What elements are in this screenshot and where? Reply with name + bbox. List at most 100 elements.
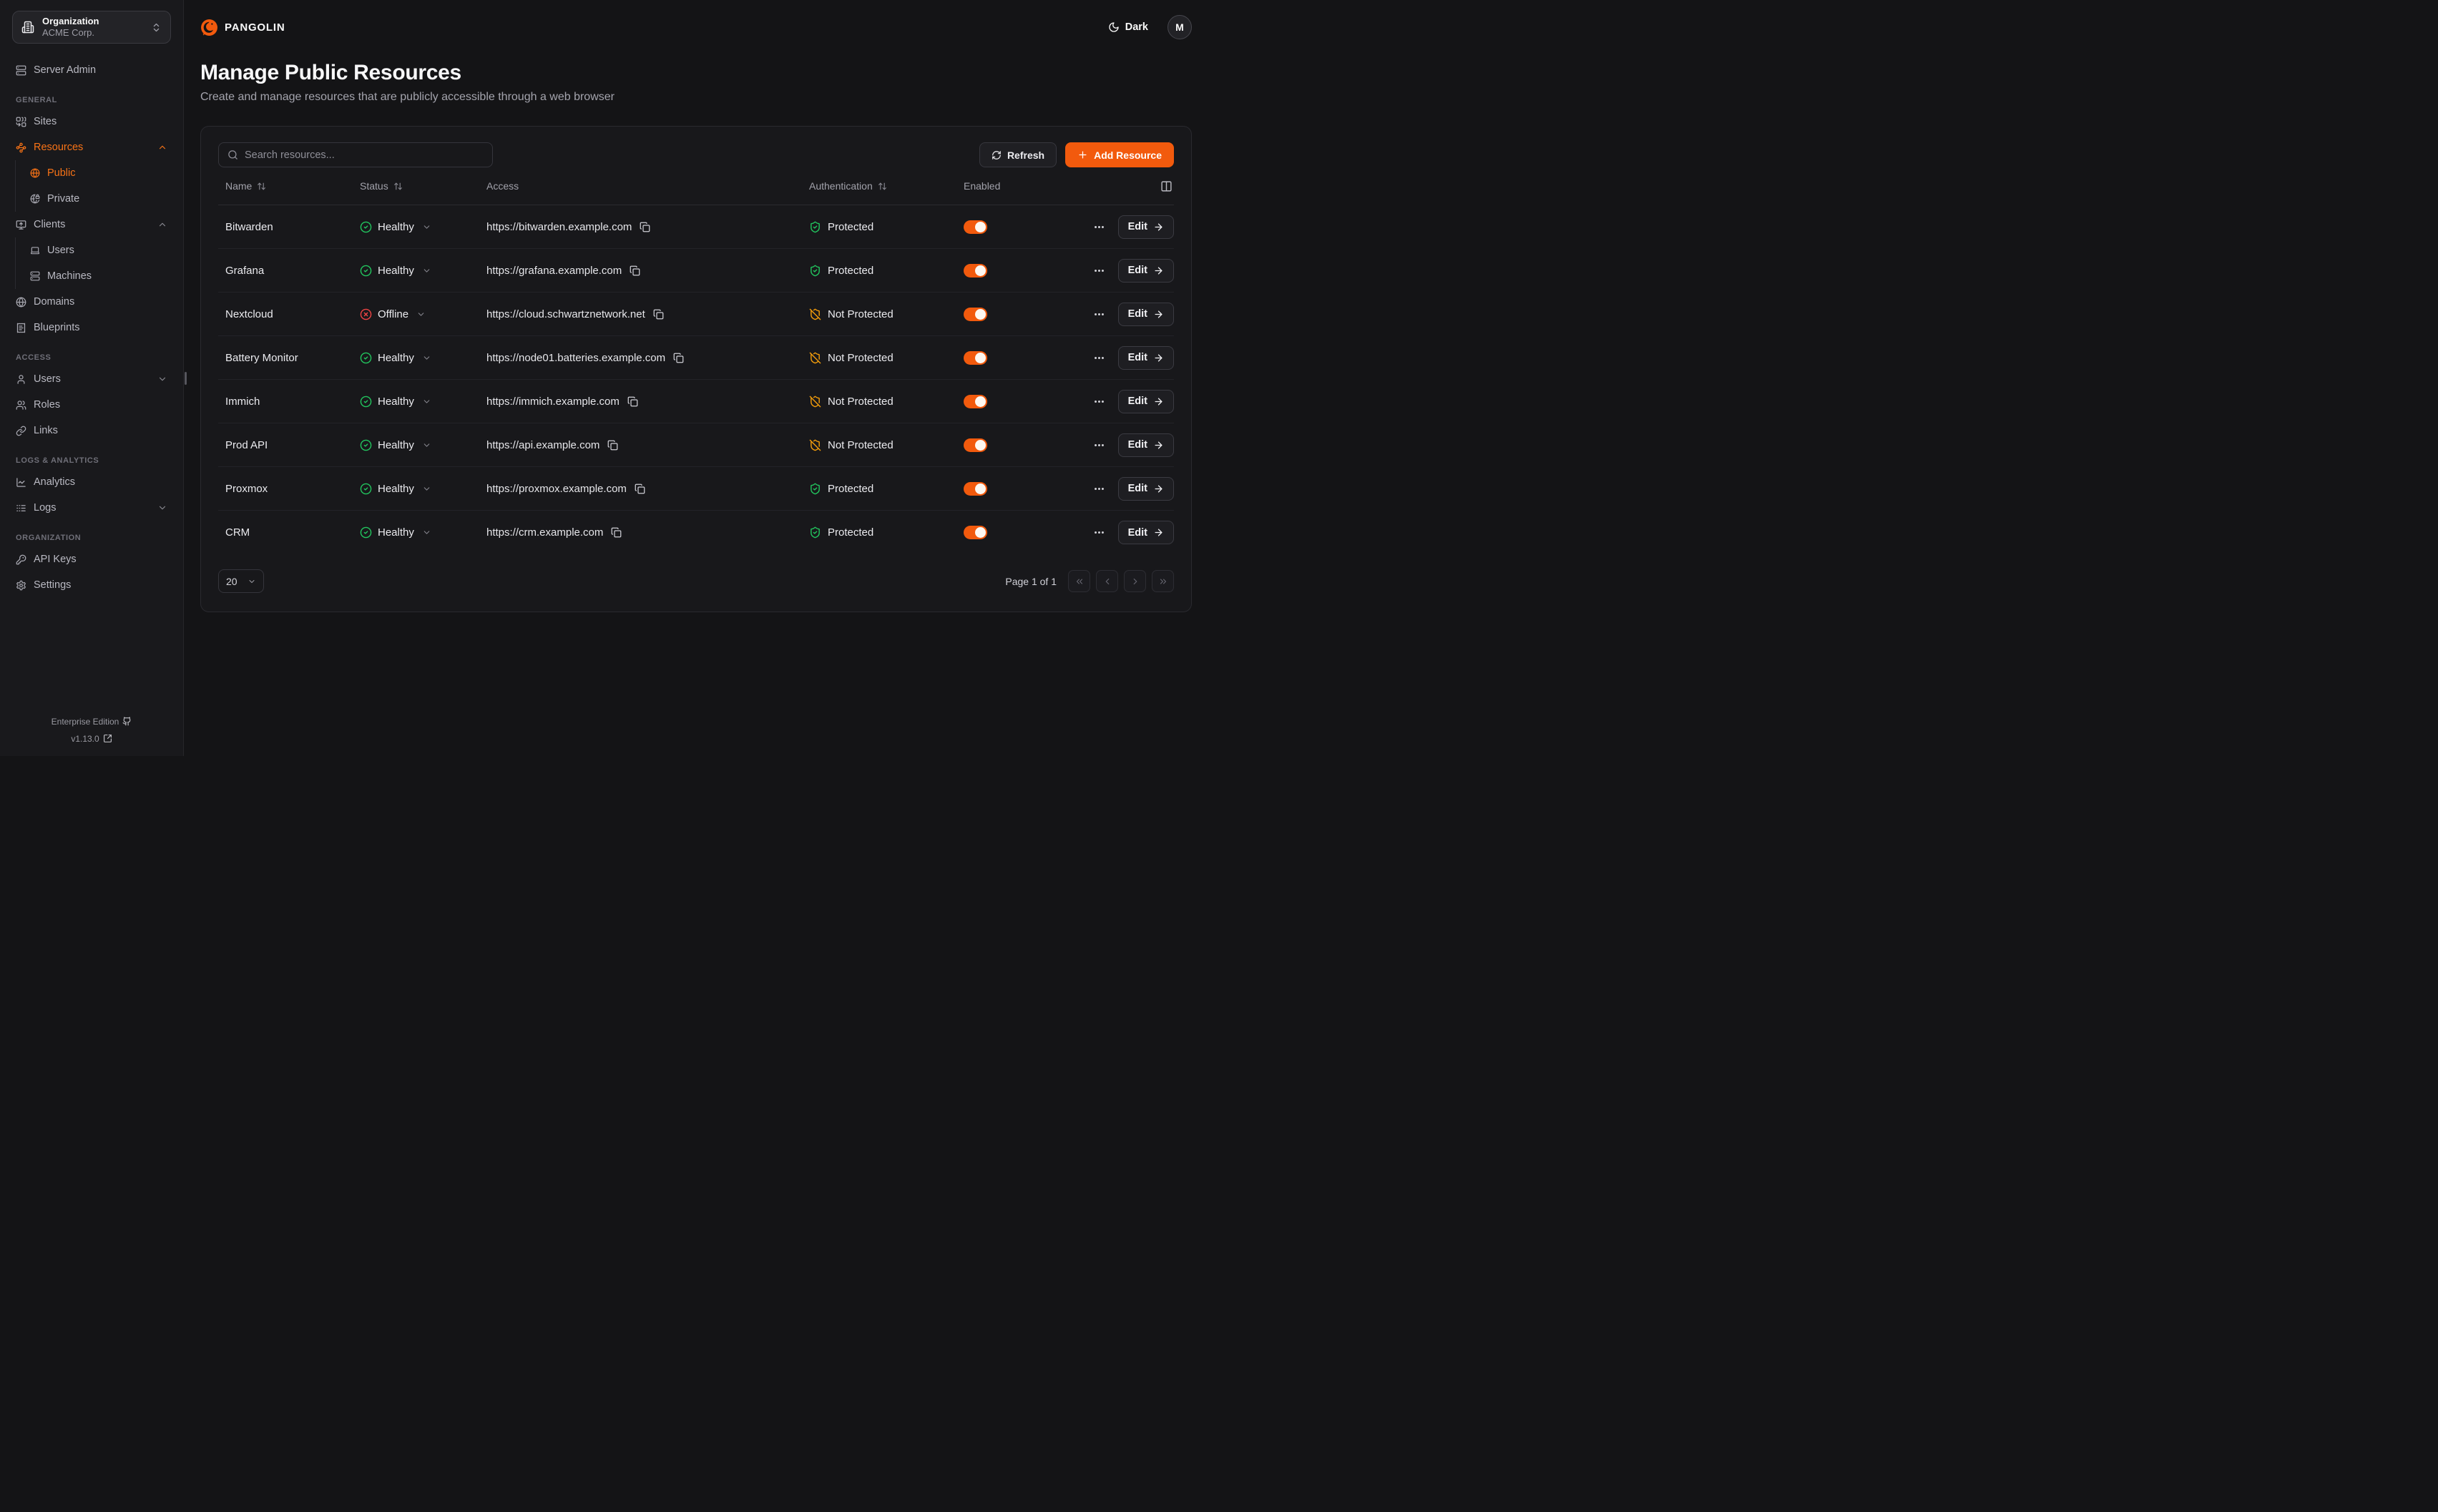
row-menu-button[interactable] (1093, 396, 1105, 408)
github-icon[interactable] (122, 717, 132, 726)
status-dropdown[interactable]: Healthy (353, 352, 479, 364)
key-icon (16, 554, 26, 565)
sidebar: Organization ACME Corp. Server Admin GEN… (0, 0, 184, 756)
shield-off-icon (809, 352, 821, 364)
row-menu-button[interactable] (1093, 308, 1105, 320)
status-dropdown[interactable]: Healthy (353, 221, 479, 233)
copy-icon[interactable] (635, 483, 645, 494)
chevron-down-icon (416, 310, 426, 319)
copy-icon[interactable] (627, 396, 638, 407)
row-menu-button[interactable] (1093, 352, 1105, 364)
edit-button[interactable]: Edit (1118, 521, 1174, 544)
sidebar-item-resources[interactable]: Resources (9, 134, 175, 160)
status-dropdown[interactable]: Healthy (353, 396, 479, 408)
status-dropdown[interactable]: Healthy (353, 439, 479, 451)
enabled-toggle[interactable] (964, 308, 987, 321)
status-dropdown[interactable]: Healthy (353, 526, 479, 539)
chevron-down-icon (422, 484, 431, 494)
table-row: Grafana Healthy https://grafana.example.… (218, 249, 1174, 293)
row-menu-button[interactable] (1093, 526, 1105, 539)
first-page-button[interactable] (1068, 570, 1090, 592)
sidebar-item-machines[interactable]: Machines (23, 263, 175, 289)
row-menu-button[interactable] (1093, 265, 1105, 277)
enabled-toggle[interactable] (964, 220, 987, 234)
edit-button[interactable]: Edit (1118, 390, 1174, 413)
chevron-down-icon (157, 374, 167, 384)
shield-check-icon (809, 526, 821, 539)
brand[interactable]: PANGOLIN (200, 19, 285, 36)
sidebar-item-api-keys[interactable]: API Keys (9, 546, 175, 572)
search-input[interactable] (245, 149, 484, 161)
add-resource-button[interactable]: Add Resource (1065, 142, 1174, 167)
copy-icon[interactable] (673, 353, 684, 363)
edit-button[interactable]: Edit (1118, 433, 1174, 457)
row-menu-button[interactable] (1093, 439, 1105, 451)
chevrons-up-down-icon (151, 22, 162, 33)
edit-button[interactable]: Edit (1118, 477, 1174, 501)
org-selector[interactable]: Organization ACME Corp. (12, 11, 171, 44)
enabled-toggle[interactable] (964, 526, 987, 539)
sidebar-section-organization: ORGANIZATION (16, 534, 176, 544)
refresh-icon (992, 150, 1002, 160)
chevron-down-icon (422, 528, 431, 537)
shield-check-icon (809, 265, 821, 277)
sort-icon[interactable] (878, 182, 887, 191)
last-page-button[interactable] (1152, 570, 1174, 592)
page-size-select[interactable]: 20 (218, 569, 264, 593)
sidebar-item-public[interactable]: Public (23, 160, 175, 186)
prev-page-button[interactable] (1096, 570, 1118, 592)
enabled-toggle[interactable] (964, 395, 987, 408)
pagination: 20 Page 1 of 1 (218, 569, 1174, 593)
topbar: PANGOLIN Dark M (200, 15, 1192, 39)
refresh-button[interactable]: Refresh (979, 142, 1057, 167)
chevron-up-icon (157, 220, 167, 230)
copy-icon[interactable] (653, 309, 664, 320)
status-dropdown[interactable]: Healthy (353, 265, 479, 277)
edit-button[interactable]: Edit (1118, 215, 1174, 239)
edit-button[interactable]: Edit (1118, 259, 1174, 283)
sidebar-item-analytics[interactable]: Analytics (9, 469, 175, 495)
status-healthy-icon (360, 221, 372, 233)
theme-toggle[interactable]: Dark (1108, 21, 1148, 33)
avatar[interactable]: M (1167, 15, 1192, 39)
enabled-toggle[interactable] (964, 264, 987, 278)
enabled-toggle[interactable] (964, 438, 987, 452)
sidebar-item-logs[interactable]: Logs (9, 495, 175, 521)
sidebar-item-label: Users (34, 373, 61, 385)
row-menu-button[interactable] (1093, 221, 1105, 233)
enabled-toggle[interactable] (964, 351, 987, 365)
status-dropdown[interactable]: Healthy (353, 483, 479, 495)
sidebar-item-server-admin[interactable]: Server Admin (9, 57, 175, 83)
sidebar-item-roles[interactable]: Roles (9, 392, 175, 418)
status-label: Healthy (378, 265, 414, 277)
sidebar-item-blueprints[interactable]: Blueprints (9, 315, 175, 340)
sidebar-item-label: API Keys (34, 554, 77, 565)
edit-button[interactable]: Edit (1118, 303, 1174, 326)
sidebar-item-domains[interactable]: Domains (9, 289, 175, 315)
sidebar-item-links[interactable]: Links (9, 418, 175, 443)
sidebar-scrollbar-thumb[interactable] (185, 372, 187, 385)
sort-icon[interactable] (257, 182, 266, 191)
sidebar-item-settings[interactable]: Settings (9, 572, 175, 598)
sort-icon[interactable] (393, 182, 403, 191)
copy-icon[interactable] (640, 222, 650, 232)
row-menu-button[interactable] (1093, 483, 1105, 495)
status-dropdown[interactable]: Offline (353, 308, 479, 320)
copy-icon[interactable] (611, 527, 622, 538)
status-healthy-icon (360, 526, 372, 539)
sidebar-item-sites[interactable]: Sites (9, 109, 175, 134)
columns-icon[interactable] (1160, 180, 1173, 192)
copy-icon[interactable] (630, 265, 640, 276)
copy-icon[interactable] (607, 440, 618, 451)
version-label: v1.13.0 (71, 734, 99, 744)
next-page-button[interactable] (1124, 570, 1146, 592)
external-link-icon[interactable] (103, 734, 112, 743)
sidebar-item-client-users[interactable]: Users (23, 237, 175, 263)
sidebar-item-private[interactable]: Private (23, 186, 175, 212)
enabled-toggle[interactable] (964, 482, 987, 496)
edit-button[interactable]: Edit (1118, 346, 1174, 370)
chevrons-left-icon (1074, 576, 1085, 586)
sidebar-item-users[interactable]: Users (9, 366, 175, 392)
chevron-down-icon (157, 503, 167, 513)
sidebar-item-clients[interactable]: Clients (9, 212, 175, 237)
